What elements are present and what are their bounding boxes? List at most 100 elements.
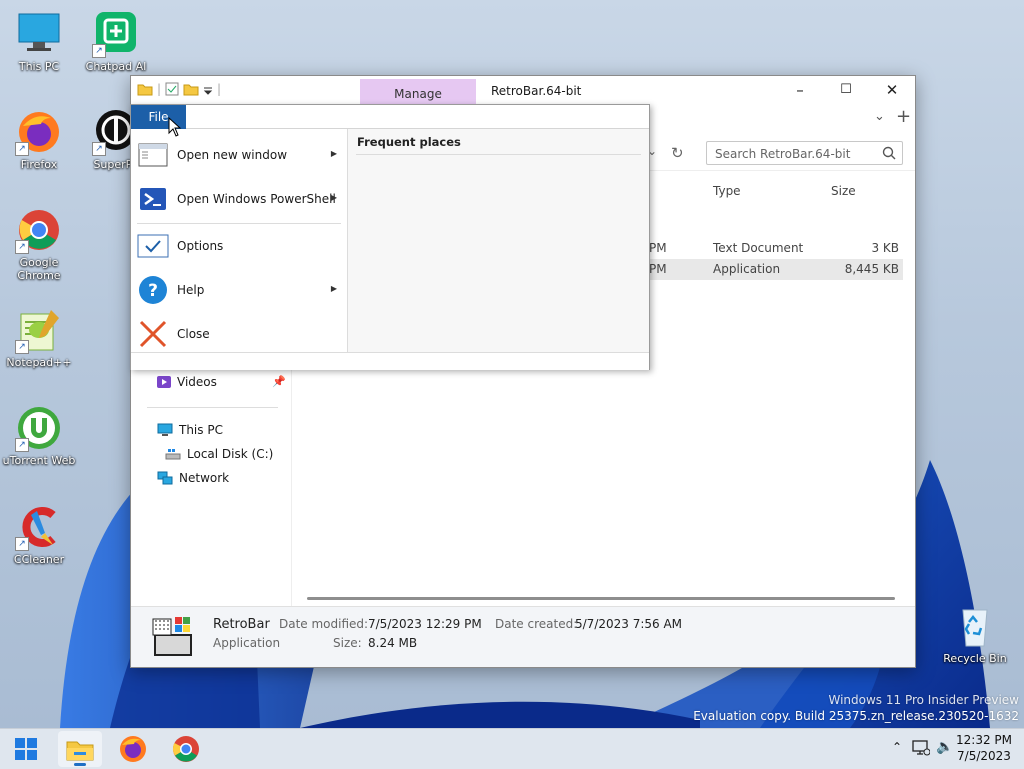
new-folder-icon[interactable] xyxy=(183,82,199,96)
desktop-icon-label: Chatpad AI xyxy=(85,60,147,73)
chatpad-icon: ↗ xyxy=(92,10,140,58)
nav-pane-border xyxy=(291,369,292,607)
nav-item-videos[interactable]: Videos xyxy=(157,371,217,393)
menu-item-label: Open new window xyxy=(177,148,288,162)
close-button[interactable]: ✕ xyxy=(869,76,915,104)
shortcut-arrow-icon: ↗ xyxy=(15,537,29,551)
desktop-icon-notepadpp[interactable]: ↗ Notepad++ xyxy=(1,306,77,369)
search-placeholder: Search RetroBar.64-bit xyxy=(715,147,851,161)
size-value: 8.24 MB xyxy=(368,636,418,650)
menu-item-help[interactable]: ? Help ▶ xyxy=(131,268,347,312)
close-x-icon xyxy=(137,318,169,350)
frequent-places-panel: Frequent places xyxy=(347,129,649,353)
taskbar-firefox[interactable] xyxy=(111,731,155,767)
submenu-arrow-icon: ▶ xyxy=(330,149,337,158)
svg-text:?: ? xyxy=(148,281,158,301)
menu-item-close[interactable]: Close xyxy=(131,312,347,356)
nav-item-local-disk[interactable]: Local Disk (C:) xyxy=(165,443,273,465)
pin-icon[interactable]: 📌 xyxy=(272,375,286,388)
help-icon[interactable]: + xyxy=(896,106,911,127)
file-menu-footer xyxy=(131,352,649,370)
row-date-fragment: PM xyxy=(649,241,667,255)
row-date-fragment: PM xyxy=(649,262,667,276)
horizontal-scrollbar[interactable] xyxy=(307,597,895,600)
submenu-arrow-icon: ▶ xyxy=(330,193,337,202)
properties-icon[interactable] xyxy=(165,82,179,96)
details-file-kind: Application xyxy=(213,636,281,650)
ccleaner-icon: ↗ xyxy=(15,503,63,551)
date-created-value: 5/7/2023 7:56 AM xyxy=(575,617,683,631)
nav-label: Videos xyxy=(177,375,217,389)
recycle-bin-icon xyxy=(951,602,999,650)
refresh-icon[interactable]: ↻ xyxy=(671,144,684,162)
maximize-button[interactable]: ☐ xyxy=(823,76,869,104)
menu-item-open-powershell[interactable]: Open Windows PowerShell ▶ xyxy=(131,177,347,221)
search-icon xyxy=(882,146,896,160)
monitor-icon xyxy=(15,10,63,58)
desktop-icon-label: This PC xyxy=(18,60,60,73)
chrome-icon: ↗ xyxy=(15,206,63,254)
nav-label: Network xyxy=(179,471,230,485)
tab-manage[interactable]: Manage xyxy=(360,79,476,106)
file-explorer-icon xyxy=(66,741,94,761)
frequent-places-divider xyxy=(356,154,641,155)
menu-item-options[interactable]: Options xyxy=(131,224,347,268)
desktop-icon-recycle-bin[interactable]: Recycle Bin xyxy=(937,602,1013,665)
shortcut-arrow-icon: ↗ xyxy=(92,142,106,156)
windows-logo-icon xyxy=(15,738,37,760)
menu-item-open-new-window[interactable]: Open new window ▶ xyxy=(131,133,347,177)
date-modified-label: Date modified: xyxy=(279,617,369,631)
search-input[interactable]: Search RetroBar.64-bit xyxy=(706,141,903,165)
network-icon xyxy=(157,471,173,485)
expand-ribbon-icon[interactable]: ⌄ xyxy=(874,109,885,124)
customize-toolbar-icon[interactable] xyxy=(203,83,213,95)
desktop-icon-chatpad-ai[interactable]: ↗ Chatpad AI xyxy=(78,10,154,73)
nav-label: This PC xyxy=(179,423,223,437)
taskbar: ⌃ 🔈 12:32 PM 7/5/2023 xyxy=(0,728,1024,769)
file-menu-tabstrip xyxy=(131,105,649,129)
desktop-icon-utorrent-web[interactable]: ↗ uTorrent Web xyxy=(1,404,77,467)
shortcut-arrow-icon: ↗ xyxy=(92,44,106,58)
clock[interactable]: 12:32 PM 7/5/2023 xyxy=(956,732,1012,764)
taskbar-chrome[interactable] xyxy=(164,731,208,767)
start-button[interactable] xyxy=(4,731,48,767)
watermark-line1: Windows 11 Pro Insider Preview xyxy=(828,693,1019,707)
file-menu-commands: Open new window ▶ Open Windows PowerShel… xyxy=(131,129,347,353)
firefox-icon: ↗ xyxy=(15,108,63,156)
desktop-icon-this-pc[interactable]: This PC xyxy=(1,10,77,73)
table-row[interactable]: PM Text Document 3 KB xyxy=(649,238,903,259)
desktop-icon-google-chrome[interactable]: ↗ Google Chrome xyxy=(1,206,77,282)
chrome-icon xyxy=(173,736,199,762)
column-header-type[interactable]: Type xyxy=(713,184,741,198)
desktop-icon-ccleaner[interactable]: ↗ CCleaner xyxy=(1,503,77,566)
desktop-icon-label: Recycle Bin xyxy=(943,652,1007,665)
powershell-icon xyxy=(137,183,169,215)
quick-access-toolbar: | | xyxy=(137,82,221,96)
desktop-icon-label: Firefox xyxy=(20,158,58,171)
row-size: 8,445 KB xyxy=(844,262,899,276)
window-title: RetroBar.64-bit xyxy=(491,84,582,98)
nav-item-this-pc[interactable]: This PC xyxy=(157,419,223,441)
menu-item-label: Options xyxy=(177,239,224,253)
retrobar-app-icon xyxy=(152,617,192,656)
minimize-button[interactable]: – xyxy=(777,76,823,104)
row-size: 3 KB xyxy=(871,241,899,255)
desktop-icon-firefox[interactable]: ↗ Firefox xyxy=(1,108,77,171)
desktop-icon-label: uTorrent Web xyxy=(2,454,76,467)
desktop-icon-label: Google Chrome xyxy=(17,256,61,282)
folder-icon[interactable] xyxy=(137,82,153,96)
shortcut-arrow-icon: ↗ xyxy=(15,438,29,452)
show-hidden-icons-icon[interactable]: ⌃ xyxy=(892,740,902,754)
videos-icon xyxy=(157,376,171,388)
title-bar[interactable]: | | Manage RetroBar.64-bit – ☐ ✕ xyxy=(131,76,915,106)
nav-item-network[interactable]: Network xyxy=(157,467,229,489)
volume-icon[interactable]: 🔈 xyxy=(936,739,953,755)
drive-icon xyxy=(165,449,181,460)
desktop-icon-label: Notepad++ xyxy=(6,356,72,369)
shortcut-arrow-icon: ↗ xyxy=(15,240,29,254)
taskbar-file-explorer[interactable] xyxy=(58,731,102,767)
column-header-size[interactable]: Size xyxy=(831,184,856,198)
network-status-icon[interactable] xyxy=(912,740,930,756)
table-row-selected[interactable]: PM Application 8,445 KB xyxy=(649,259,903,280)
clock-time: 12:32 PM xyxy=(956,733,1012,747)
